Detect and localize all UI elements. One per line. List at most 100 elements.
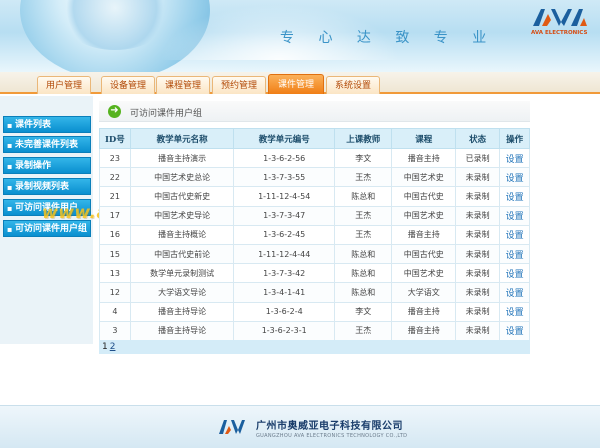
table-row: 12 大学语文导论 1-3-4-1-41 陈总和 大学语文 未录制 设置 xyxy=(99,282,530,303)
table-row: 3 播音主持导论 1-3-6-2-3-1 王杰 播音主持 未录制 设置 xyxy=(99,320,530,341)
sidebar-item-incomplete-list[interactable]: 未完善课件列表 xyxy=(3,136,91,154)
cell-teacher: 李文 xyxy=(333,301,393,322)
cell-action[interactable]: 设置 xyxy=(499,263,530,284)
cell-id: 17 xyxy=(99,205,131,226)
cell-course: 中国艺术史 xyxy=(391,167,457,188)
cell-unit-name: 播音主持概论 xyxy=(129,224,235,245)
table-row: 17 中国艺术史导论 1-3-7-3-47 王杰 中国艺术史 未录制 设置 xyxy=(99,205,530,226)
arrow-right-icon: ➜ xyxy=(108,105,121,118)
cell-id: 13 xyxy=(99,263,131,284)
cell-teacher: 陈总和 xyxy=(333,186,393,207)
table-row: 23 播音主持演示 1-3-6-2-56 李文 播音主持 已录制 设置 xyxy=(99,147,530,169)
cell-status: 未录制 xyxy=(455,320,501,341)
cell-status: 未录制 xyxy=(455,301,501,322)
cell-teacher: 陈总和 xyxy=(333,263,393,284)
cell-course: 中国古代史 xyxy=(391,186,457,207)
cell-course: 中国古代史 xyxy=(391,243,457,265)
col-header-unit-code: 教学单元编号 xyxy=(233,128,335,149)
cell-action[interactable]: 设置 xyxy=(499,167,530,188)
cell-teacher: 陈总和 xyxy=(333,282,393,303)
slogan: 专 心 达 致 专 业 xyxy=(280,30,497,46)
cell-teacher: 王杰 xyxy=(333,167,393,188)
footer-company-name-en: GUANGZHOU AVA ELECTRONICS TECHNOLOGY CO.… xyxy=(256,433,408,439)
ava-footer-logo-icon xyxy=(219,420,245,434)
cell-status: 未录制 xyxy=(455,205,501,226)
cell-action[interactable]: 设置 xyxy=(499,147,530,169)
col-header-action: 操作 xyxy=(499,128,530,149)
table-row: 22 中国艺术史总论 1-3-7-3-55 王杰 中国艺术史 未录制 设置 xyxy=(99,167,530,188)
tab-courseware-management[interactable]: 课件管理 xyxy=(268,74,324,94)
breadcrumb: ➜ 可访问课件用户组 xyxy=(99,101,530,122)
cell-teacher: 王杰 xyxy=(333,320,393,341)
cell-unit-name: 中国艺术史总论 xyxy=(129,167,235,188)
sidebar-item-courseware-list[interactable]: 课件列表 xyxy=(3,116,91,134)
cell-course: 播音主持 xyxy=(391,147,457,169)
main-nav: 用户管理 设备管理 课程管理 预约管理 课件管理 系统设置 xyxy=(0,72,600,94)
sidebar-item-record-operation[interactable]: 录制操作 xyxy=(3,157,91,175)
footer-company-name: 广州市奥威亚电子科技有限公司 xyxy=(256,421,403,432)
cell-action[interactable]: 设置 xyxy=(499,205,530,226)
page-link-1[interactable]: 1 xyxy=(102,342,108,352)
logo-text: AVA ELECTRONICS xyxy=(531,30,588,36)
table-row: 13 数学单元录制测试 1-3-7-3-42 陈总和 中国艺术史 未录制 设置 xyxy=(99,263,530,284)
cell-action[interactable]: 设置 xyxy=(499,320,530,341)
cell-status: 已录制 xyxy=(455,147,501,169)
cell-action[interactable]: 设置 xyxy=(499,243,530,265)
cell-status: 未录制 xyxy=(455,224,501,245)
cell-action[interactable]: 设置 xyxy=(499,282,530,303)
cell-unit-name: 中国古代史前论 xyxy=(129,243,235,265)
cell-status: 未录制 xyxy=(455,243,501,265)
table-header-row: ID号 教学单元名称 教学单元编号 上课教师 课程 状态 操作 xyxy=(99,128,530,149)
header-banner: 专 心 达 致 专 业 AVA ELECTRONICS xyxy=(0,0,600,72)
cell-id: 21 xyxy=(99,186,131,207)
col-header-status: 状态 xyxy=(455,128,501,149)
cell-course: 中国艺术史 xyxy=(391,263,457,284)
table-row: 21 中国古代史新史 1-11-12-4-54 陈总和 中国古代史 未录制 设置 xyxy=(99,186,530,207)
table-row: 16 播音主持概论 1-3-6-2-45 王杰 播音主持 未录制 设置 xyxy=(99,224,530,245)
cell-unit-name: 播音主持导论 xyxy=(129,301,235,322)
cell-id: 22 xyxy=(99,167,131,188)
cell-unit-code: 1-3-6-2-56 xyxy=(233,147,335,169)
cell-action[interactable]: 设置 xyxy=(499,301,530,322)
cell-course: 中国艺术史 xyxy=(391,205,457,226)
cell-unit-code: 1-3-7-3-42 xyxy=(233,263,335,284)
cell-course: 播音主持 xyxy=(391,224,457,245)
cell-id: 12 xyxy=(99,282,131,303)
cell-status: 未录制 xyxy=(455,167,501,188)
cell-unit-code: 1-3-4-1-41 xyxy=(233,282,335,303)
col-header-teacher: 上课教师 xyxy=(333,128,393,149)
cell-course: 播音主持 xyxy=(391,320,457,341)
cell-action[interactable]: 设置 xyxy=(499,186,530,207)
cell-teacher: 陈总和 xyxy=(333,243,393,265)
footer: 广州市奥威亚电子科技有限公司 GUANGZHOU AVA ELECTRONICS… xyxy=(0,405,600,448)
cell-status: 未录制 xyxy=(455,282,501,303)
tab-user-management[interactable]: 用户管理 xyxy=(37,76,91,94)
page-link-2[interactable]: 2 xyxy=(110,342,116,352)
cell-unit-code: 1-11-12-4-54 xyxy=(233,186,335,207)
cell-unit-name: 中国艺术史导论 xyxy=(129,205,235,226)
cell-teacher: 李文 xyxy=(333,147,393,169)
table-row: 4 播音主持导论 1-3-6-2-4 李文 播音主持 未录制 设置 xyxy=(99,301,530,322)
col-header-id: ID号 xyxy=(99,128,131,149)
cell-unit-name: 中国古代史新史 xyxy=(129,186,235,207)
cell-teacher: 王杰 xyxy=(333,205,393,226)
cell-unit-code: 1-3-7-3-55 xyxy=(233,167,335,188)
tab-course-management[interactable]: 课程管理 xyxy=(156,76,210,94)
cell-status: 未录制 xyxy=(455,186,501,207)
ava-logo-icon xyxy=(533,9,587,26)
sidebar-item-record-video-list[interactable]: 录制视频列表 xyxy=(3,178,91,196)
cell-course: 播音主持 xyxy=(391,301,457,322)
cell-action[interactable]: 设置 xyxy=(499,224,530,245)
table-row: 15 中国古代史前论 1-11-12-4-44 陈总和 中国古代史 未录制 设置 xyxy=(99,243,530,265)
cell-id: 16 xyxy=(99,224,131,245)
cell-teacher: 王杰 xyxy=(333,224,393,245)
ava-logo: AVA ELECTRONICS xyxy=(531,6,591,38)
tab-booking-management[interactable]: 预约管理 xyxy=(212,76,266,94)
cell-status: 未录制 xyxy=(455,263,501,284)
cell-unit-code: 1-3-6-2-4 xyxy=(233,301,335,322)
tab-device-management[interactable]: 设备管理 xyxy=(101,76,155,94)
cell-unit-name: 大学语文导论 xyxy=(129,282,235,303)
cell-unit-code: 1-3-7-3-47 xyxy=(233,205,335,226)
tab-system-settings[interactable]: 系统设置 xyxy=(326,76,380,94)
breadcrumb-text: 可访问课件用户组 xyxy=(130,109,203,119)
